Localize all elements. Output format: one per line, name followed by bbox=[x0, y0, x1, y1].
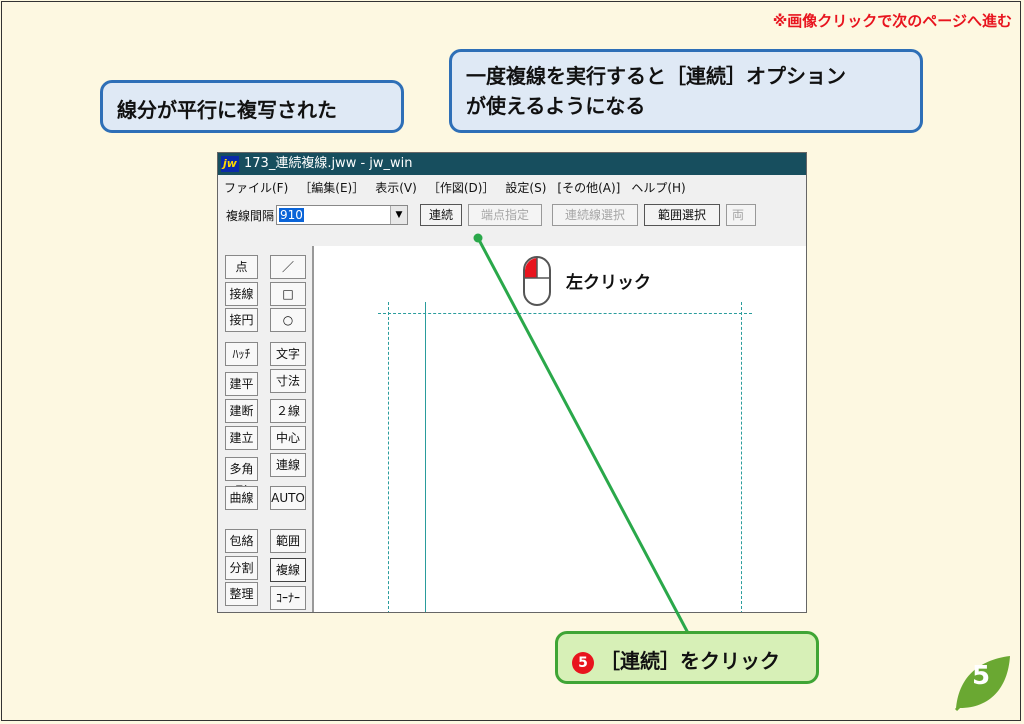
step-text: ［連続］をクリック bbox=[600, 649, 780, 673]
left-click-label: 左クリック bbox=[566, 273, 651, 293]
step-instruction: 5 ［連続］をクリック bbox=[555, 631, 819, 684]
left-click-mouse-icon bbox=[523, 256, 551, 306]
step-number-badge: 5 bbox=[572, 651, 594, 674]
page-number: 5 bbox=[972, 661, 991, 691]
pointer-line bbox=[473, 233, 690, 634]
